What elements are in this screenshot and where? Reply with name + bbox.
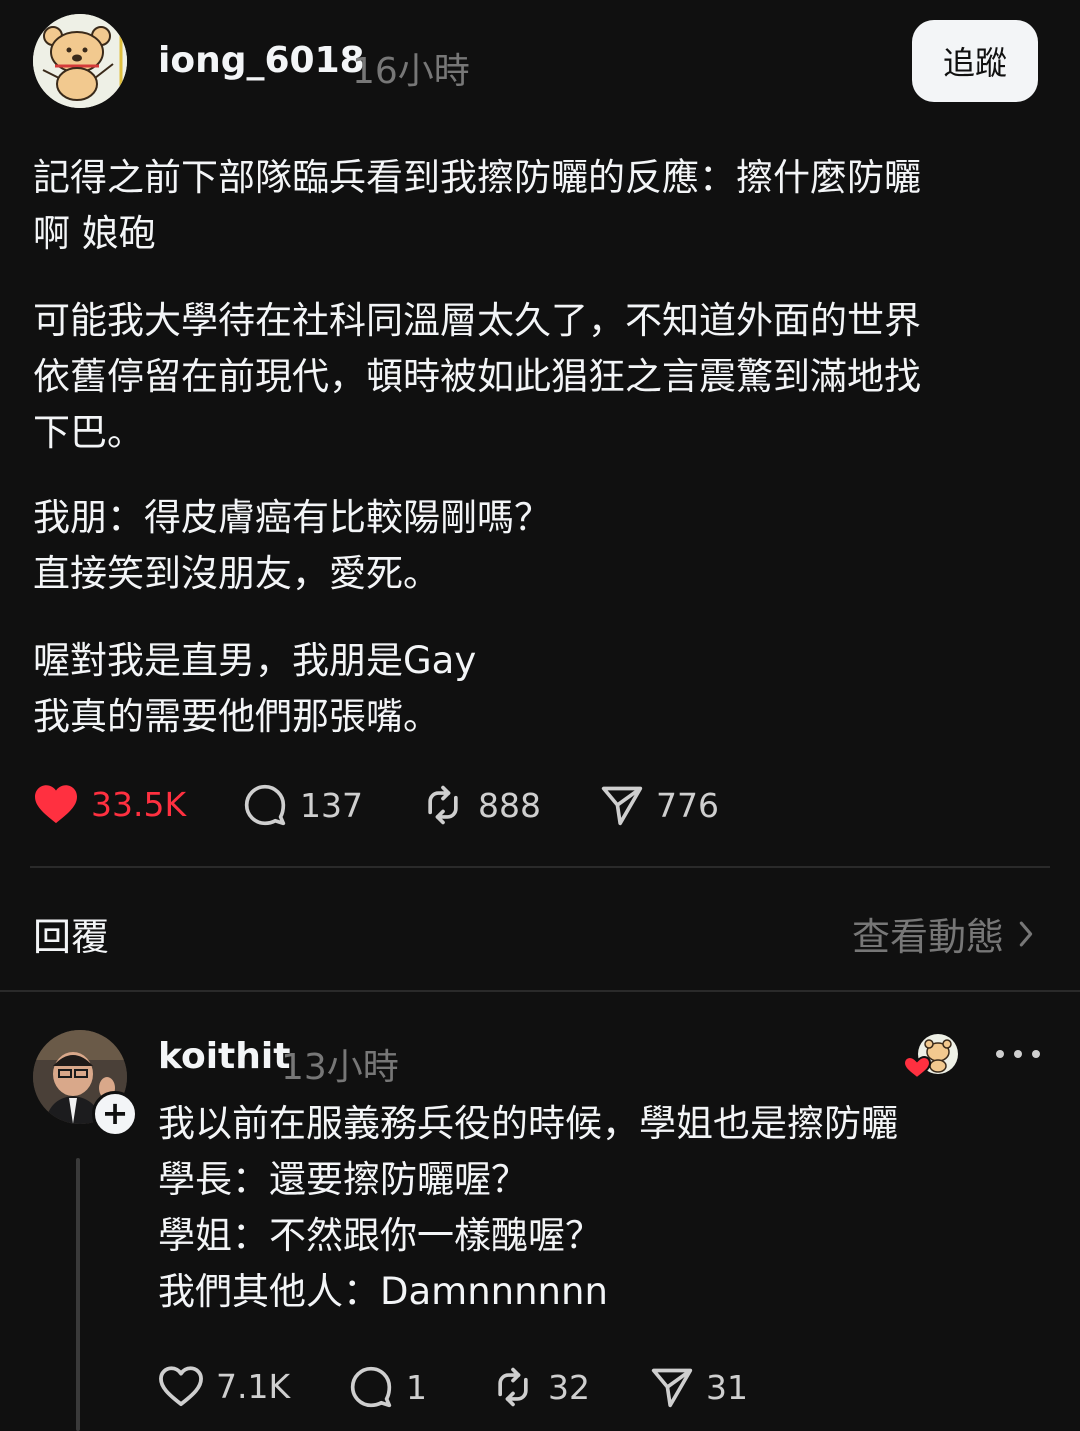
repost-button[interactable]: 888 bbox=[420, 783, 541, 827]
dot-icon bbox=[1014, 1050, 1022, 1058]
reply-body: 我以前在服義務兵役的時候，學姐也是擦防曬 學長：還要擦防曬喔？ 學姐：不然跟你一… bbox=[158, 1102, 898, 1313]
more-options-button[interactable] bbox=[996, 1044, 1040, 1064]
send-icon bbox=[651, 1368, 693, 1408]
divider bbox=[30, 866, 1050, 868]
repost-icon bbox=[498, 1367, 528, 1407]
post-paragraph-4: 喔對我是直男，我朋是Gay 我真的需要他們那張嘴。 bbox=[33, 639, 477, 738]
view-activity-link[interactable]: 查看動態 bbox=[852, 906, 1034, 961]
author-liked-badge bbox=[902, 1032, 962, 1082]
heart-outline-icon bbox=[159, 1366, 203, 1407]
post-paragraph-2: 可能我大學待在社科同溫層太久了，不知道外面的世界 依舊停留在前現代，頓時被如此猖… bbox=[33, 299, 921, 454]
dot-icon bbox=[1032, 1050, 1040, 1058]
follow-plus-button[interactable]: + bbox=[92, 1091, 138, 1137]
share-button[interactable]: 776 bbox=[600, 783, 719, 827]
view-activity-label: 查看動態 bbox=[851, 915, 1004, 959]
dot-icon bbox=[996, 1050, 1004, 1058]
reply-like-button[interactable]: 7.1K bbox=[158, 1365, 290, 1407]
post-username[interactable]: iong_6018 bbox=[158, 40, 365, 81]
post-author-avatar[interactable] bbox=[33, 14, 127, 108]
follow-button[interactable]: 追蹤 bbox=[912, 20, 1038, 102]
like-button[interactable]: 33.5K bbox=[33, 783, 186, 825]
replies-heading: 回覆 bbox=[33, 915, 110, 959]
share-count: 776 bbox=[656, 785, 719, 825]
like-count: 33.5K bbox=[91, 784, 187, 824]
reply-repost-button[interactable]: 32 bbox=[490, 1365, 590, 1409]
post-timestamp: 16小時 bbox=[352, 51, 470, 92]
heart-filled-icon bbox=[35, 785, 77, 824]
comment-bubble-icon bbox=[244, 784, 286, 826]
thread-line bbox=[76, 1158, 80, 1431]
reply-share-count: 31 bbox=[706, 1367, 748, 1407]
author-liked-icon bbox=[902, 1034, 958, 1080]
repost-count: 888 bbox=[478, 785, 541, 825]
chevron-right-icon bbox=[1019, 921, 1033, 946]
reply-username[interactable]: koithit bbox=[158, 1036, 290, 1077]
reply-repost-count: 32 bbox=[548, 1367, 590, 1407]
reply-share-button[interactable]: 31 bbox=[650, 1365, 748, 1409]
comment-count: 137 bbox=[300, 785, 363, 825]
post-paragraph-3: 我朋：得皮膚癌有比較陽剛嗎？ 直接笑到沒朋友，愛死。 bbox=[33, 496, 551, 595]
send-icon bbox=[601, 786, 643, 826]
section-divider bbox=[0, 990, 1080, 992]
bear-avatar-icon bbox=[33, 14, 127, 108]
comment-bubble-icon bbox=[350, 1366, 392, 1408]
reply-comment-button[interactable]: 1 bbox=[348, 1365, 427, 1409]
reply-timestamp: 13小時 bbox=[281, 1047, 399, 1088]
comment-button[interactable]: 137 bbox=[242, 783, 363, 827]
post-paragraph-1: 記得之前下部隊臨兵看到我擦防曬的反應：擦什麼防曬 啊 娘砲 bbox=[33, 156, 921, 255]
reply-comment-count: 1 bbox=[406, 1367, 427, 1407]
reply-like-count: 7.1K bbox=[216, 1366, 291, 1406]
repost-icon bbox=[428, 785, 458, 825]
